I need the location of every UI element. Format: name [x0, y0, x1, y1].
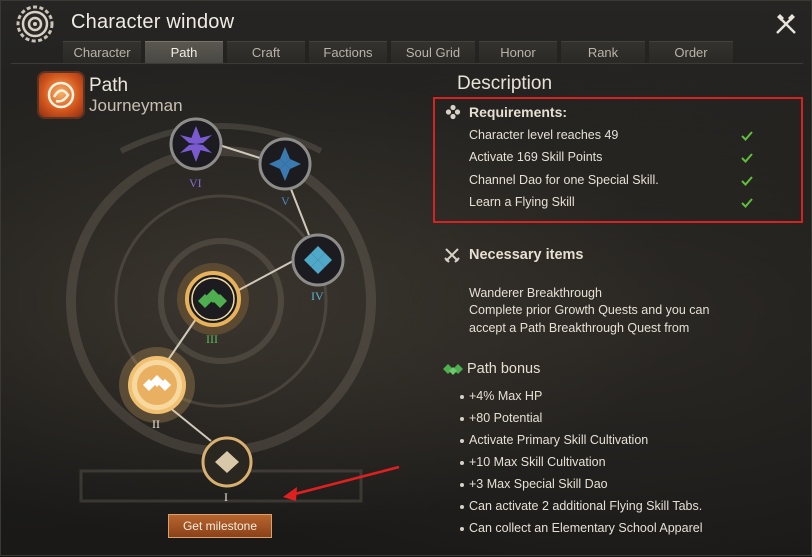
- bullet-icon: [460, 461, 464, 465]
- path-bonus-item: +3 Max Special Skill Dao: [469, 477, 608, 491]
- path-node-v[interactable]: [258, 137, 312, 191]
- tab-honor[interactable]: Honor: [479, 41, 557, 63]
- node-label-ii: II: [152, 417, 160, 431]
- path-node-iv[interactable]: [291, 233, 345, 287]
- description-title: Description: [457, 73, 553, 94]
- character-window: Character window Character Path Craft Fa…: [0, 0, 812, 556]
- necessary-items-heading: Necessary items: [469, 247, 584, 263]
- node-label-iii: III: [206, 332, 218, 346]
- bullet-icon: [460, 505, 464, 509]
- requirement-item: Character level reaches 49: [469, 128, 619, 142]
- necessary-item-line: Wanderer Breakthrough: [469, 286, 602, 300]
- requirement-item: Channel Dao for one Special Skill.: [469, 173, 659, 187]
- get-milestone-button[interactable]: Get milestone: [168, 514, 272, 538]
- requirement-item: Activate 169 Skill Points: [469, 150, 603, 164]
- check-icon: [741, 153, 753, 163]
- tab-order[interactable]: Order: [649, 41, 733, 63]
- bullet-icon: [460, 417, 464, 421]
- path-bonus-icon: [443, 364, 463, 375]
- necessary-item-line: Complete prior Growth Quests and you can: [469, 303, 710, 317]
- bullet-icon: [460, 395, 464, 399]
- bullet-icon: [460, 439, 464, 443]
- path-bonus-item: +4% Max HP: [469, 389, 543, 403]
- node-label-v: V: [281, 194, 290, 208]
- tab-rank[interactable]: Rank: [561, 41, 645, 63]
- check-icon: [741, 176, 753, 186]
- path-bonus-item: +80 Potential: [469, 411, 543, 425]
- path-bonus-item: Activate Primary Skill Cultivation: [469, 433, 649, 447]
- path-node-iii[interactable]: [177, 263, 249, 335]
- flower-icon: [445, 104, 461, 120]
- path-node-i[interactable]: [201, 436, 253, 488]
- bullet-icon: [460, 527, 464, 531]
- path-bonus-heading: Path bonus: [467, 361, 541, 377]
- node-label-vi: VI: [189, 176, 202, 190]
- node-label-iv: IV: [311, 289, 324, 303]
- node-label-i: I: [224, 490, 228, 504]
- check-icon: [741, 131, 753, 141]
- path-bonus-item: Can activate 2 additional Flying Skill T…: [469, 499, 703, 513]
- crossed-swords-icon: [444, 248, 460, 263]
- check-icon: [741, 198, 753, 208]
- path-bonus-item: Can collect an Elementary School Apparel: [469, 521, 703, 535]
- bullet-icon: [460, 483, 464, 487]
- requirement-item: Learn a Flying Skill: [469, 195, 575, 209]
- path-bonus-item: +10 Max Skill Cultivation: [469, 455, 606, 469]
- path-node-vi[interactable]: [169, 117, 223, 171]
- path-node-ii[interactable]: [119, 347, 195, 423]
- path-tree: [66, 117, 400, 503]
- necessary-item-line: accept a Path Breakthrough Quest from: [469, 321, 690, 335]
- close-crossed-hammers-icon[interactable]: [773, 11, 799, 37]
- requirements-heading: Requirements:: [469, 104, 568, 120]
